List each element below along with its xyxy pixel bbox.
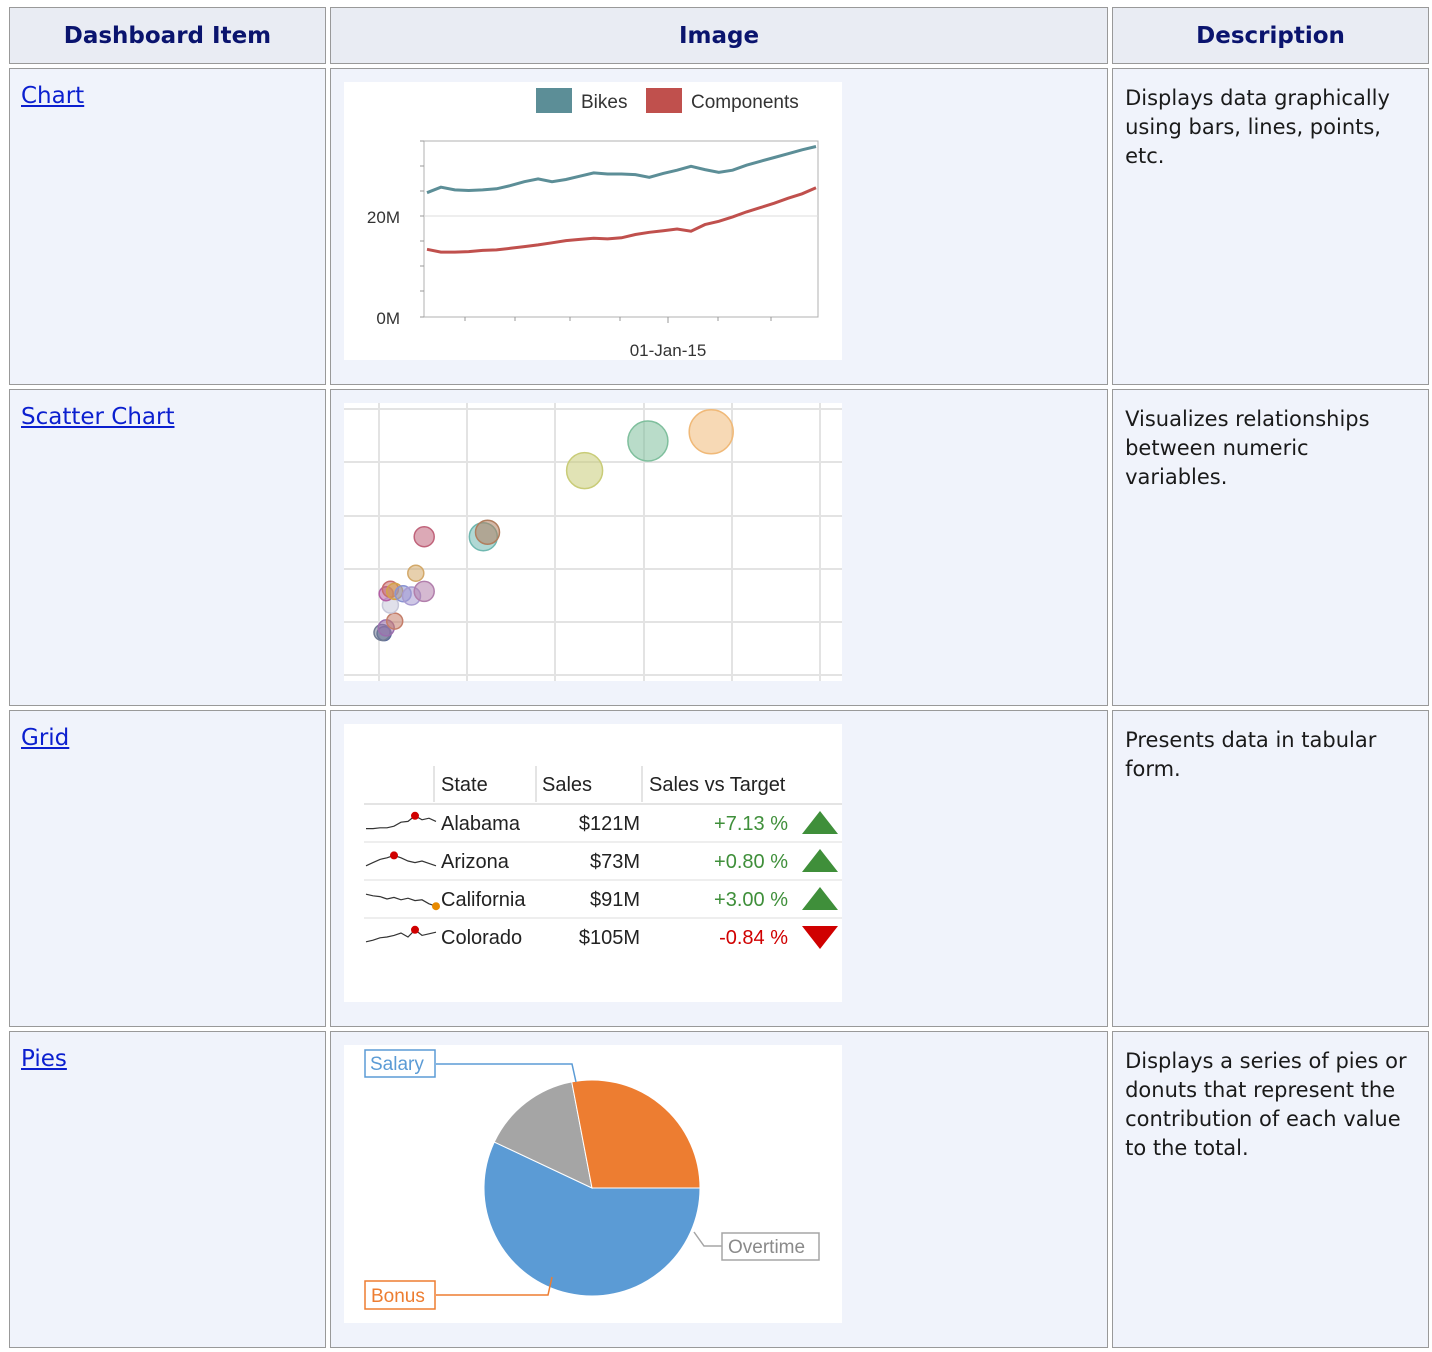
legend-swatch-components [645, 88, 682, 113]
pies-link[interactable]: Pies [21, 1046, 67, 1072]
overtime-label: Overtime [728, 1237, 805, 1258]
scatter-chart [343, 403, 842, 681]
dashboard-items-table: Dashboard Item Image Description Chart B… [5, 3, 1432, 1352]
description-text: Displays a series of pies or donuts that… [1125, 1049, 1407, 1160]
chart-link[interactable]: Chart [21, 83, 84, 109]
legend-label-bikes: Bikes [581, 92, 627, 113]
scatter-point [413, 525, 435, 548]
image-cell: Bikes Components 20M 0M 01-Jan-15 [329, 68, 1109, 385]
scatter-point [385, 612, 404, 630]
sparkline [365, 928, 437, 943]
image-cell [329, 389, 1109, 706]
header-row: Dashboard Item Image Description [9, 7, 1429, 64]
description-text: Displays data graphically using bars, li… [1125, 86, 1390, 168]
grid-cell-sales: $105M [579, 927, 640, 949]
description-cell: Visualizes relationships between numeric… [1112, 389, 1429, 706]
grid-header-sales: Sales [542, 774, 592, 796]
grid-cell-vs-target: +7.13 % [714, 813, 788, 835]
grid-cell-state: Arizona [441, 851, 510, 873]
description-cell: Displays a series of pies or donuts that… [1112, 1031, 1429, 1348]
description-cell: Displays data graphically using bars, li… [1112, 68, 1429, 385]
legend-label-components: Components [691, 92, 799, 113]
pie-slice-bonus [571, 1079, 701, 1189]
sparkline-marker [410, 925, 419, 934]
sparkline-marker [431, 902, 440, 911]
image-cell: State Sales Sales vs Target Alabama $121M… [329, 710, 1109, 1027]
scatter-point [406, 564, 425, 582]
description-text: Visualizes relationships between numeric… [1125, 407, 1370, 489]
bonus-label: Bonus [371, 1286, 425, 1307]
salary-label: Salary [370, 1054, 424, 1075]
item-cell: Chart [9, 68, 326, 385]
grid-cell-state: California [441, 889, 526, 911]
description-cell: Presents data in tabular form. [1112, 710, 1429, 1027]
grid-cell-state: Alabama [441, 813, 521, 835]
x-tick-label: 01-Jan-15 [630, 341, 707, 360]
scatter-point [413, 580, 435, 603]
sparkline [365, 854, 437, 867]
image-cell: Salary Overtime Bonus [329, 1031, 1109, 1348]
grid-cell-sales: $73M [590, 851, 640, 873]
sparkline-marker [389, 851, 398, 860]
scatter-point [565, 451, 604, 490]
salary-leader-line [435, 1063, 577, 1083]
grid-cell-state: Colorado [441, 927, 522, 949]
chart-thumbnail: Bikes Components 20M 0M 01-Jan-15 [343, 82, 842, 360]
grid-cell-vs-target: +3.00 % [714, 889, 788, 911]
table-row: Grid State Sales Sales vs Target Alabama… [9, 710, 1429, 1027]
legend-swatch-bikes [535, 88, 572, 113]
table-row: Pies Salary Overtime Bonus Displays a se… [9, 1031, 1429, 1348]
grid-header-sales-vs-target: Sales vs Target [649, 774, 786, 796]
trend-down-icon [801, 926, 838, 949]
grid-cell-vs-target: +0.80 % [714, 851, 788, 873]
y-tick-label: 0M [376, 309, 400, 328]
table-row: Scatter Chart Visualizes relationships b… [9, 389, 1429, 706]
scatter-point [688, 409, 734, 455]
scatter-point [627, 420, 669, 462]
grid-cell-sales: $121M [579, 813, 640, 835]
scatter-point [474, 519, 501, 545]
grid-cell-vs-target: -0.84 % [719, 927, 788, 949]
item-cell: Scatter Chart [9, 389, 326, 706]
scatter-chart-link[interactable]: Scatter Chart [21, 404, 175, 430]
item-cell: Pies [9, 1031, 326, 1348]
grid-header-state: State [441, 774, 488, 796]
header-image: Image [329, 7, 1109, 64]
sparkline-marker [410, 811, 419, 820]
grid-thumbnail: State Sales Sales vs Target Alabama $121M… [343, 724, 842, 1002]
description-text: Presents data in tabular form. [1125, 728, 1377, 781]
trend-up-icon [801, 849, 838, 872]
grid-preview: State Sales Sales vs Target Alabama $121M… [363, 766, 842, 949]
table-row: Chart Bikes Components 20M 0M 01-Jan-15 [9, 68, 1429, 385]
plot-area [423, 140, 819, 318]
trend-up-icon [801, 887, 838, 910]
item-cell: Grid [9, 710, 326, 1027]
page: Dashboard Item Image Description Chart B… [0, 0, 1432, 1348]
line-chart: Bikes Components 20M 0M 01-Jan-15 [367, 88, 819, 360]
sparkline [365, 815, 437, 830]
pie-chart: Salary Overtime Bonus [364, 1049, 820, 1310]
trend-up-icon [801, 811, 838, 834]
sparkline [365, 893, 437, 907]
overtime-leader-line [693, 1231, 722, 1247]
scatter-thumbnail [343, 403, 842, 681]
pie-thumbnail: Salary Overtime Bonus [343, 1045, 842, 1323]
grid-cell-sales: $91M [590, 889, 640, 911]
grid-link[interactable]: Grid [21, 725, 69, 751]
header-description: Description [1112, 7, 1429, 64]
y-tick-label: 20M [367, 208, 400, 227]
header-dashboard-item: Dashboard Item [9, 7, 326, 64]
